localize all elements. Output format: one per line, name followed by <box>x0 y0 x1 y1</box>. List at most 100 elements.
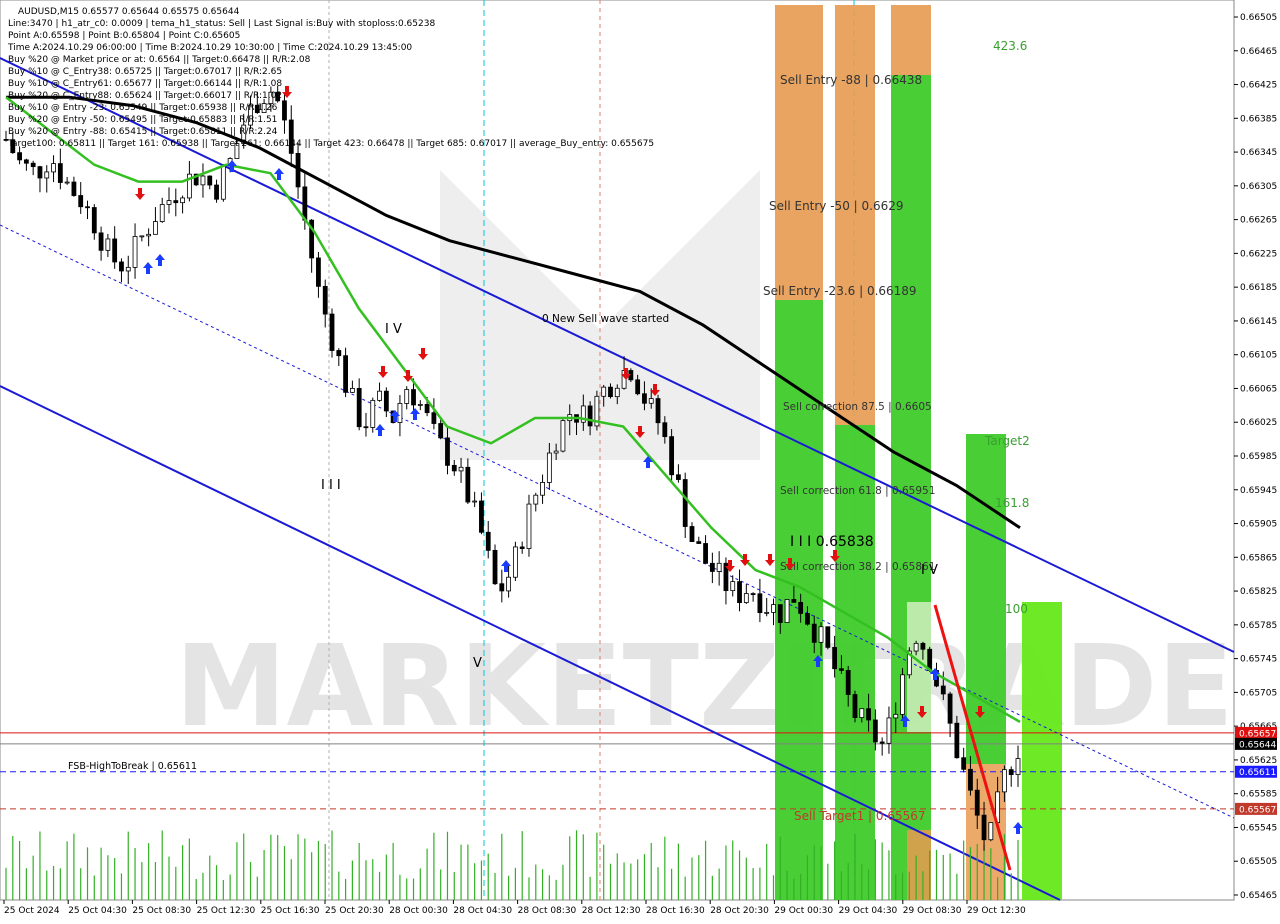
time-axis: 25 Oct 2024 25 Oct 04:30 25 Oct 08:30 25 Oc… <box>3 900 1026 916</box>
y-tick-label: 0.65905 <box>1240 520 1277 530</box>
candle-body <box>560 420 566 452</box>
y-tick-label: 0.65985 <box>1240 452 1277 462</box>
candle-body <box>23 159 29 164</box>
target-423-label: 423.6 <box>993 39 1027 53</box>
x-tick-label: 28 Oct 12:30 <box>582 906 641 916</box>
zone-green <box>966 434 1006 764</box>
candle-body <box>940 685 946 695</box>
candle-body <box>30 162 36 168</box>
candle-body <box>356 387 362 428</box>
x-tick-label: 29 Oct 08:30 <box>903 906 962 916</box>
x-tick-label: 28 Oct 16:30 <box>646 906 705 916</box>
candle-body <box>85 206 90 209</box>
candle-body <box>872 719 878 743</box>
candle-body <box>784 599 790 623</box>
candle-body <box>913 642 919 652</box>
x-tick-label: 29 Oct 12:30 <box>967 906 1026 916</box>
y-tick-label: 0.66145 <box>1240 317 1277 327</box>
candle-body <box>614 387 620 398</box>
candle-body <box>845 670 851 695</box>
x-tick-label: 29 Oct 04:30 <box>839 906 898 916</box>
candle-body <box>968 768 973 791</box>
candle-body <box>696 541 702 544</box>
candle-body <box>499 583 505 592</box>
candle-body <box>954 722 960 759</box>
candle-body <box>397 403 403 423</box>
candle-body <box>132 236 138 268</box>
info-line: Point A:0.65598 | Point B:0.65804 | Poin… <box>8 31 240 41</box>
candle-body <box>839 668 844 671</box>
candle-body <box>703 543 708 564</box>
y-tick-label: 0.65945 <box>1240 486 1277 496</box>
candle-body <box>1008 769 1014 775</box>
wave-label-iv-right: I V <box>921 563 938 578</box>
candle-body <box>316 257 321 287</box>
chart-svg: MARKETZI TRADE Sell Entry -88 | 0.66438 … <box>0 0 1277 916</box>
candle-body <box>424 403 430 414</box>
candle-body <box>988 822 994 841</box>
candle-body <box>818 626 824 643</box>
candle-body <box>974 789 980 816</box>
candle-body <box>139 235 145 238</box>
new-sell-wave-label: 0 New Sell wave started <box>542 313 669 325</box>
candle-body <box>91 207 97 234</box>
candle-body <box>526 503 532 549</box>
candle-body <box>886 717 892 744</box>
y-tick-label: 0.66025 <box>1240 418 1277 428</box>
price-tag-label: 0.65644 <box>1239 740 1276 750</box>
candle-body <box>343 355 348 393</box>
fsb-label: FSB-HighToBreak | 0.65611 <box>68 761 197 772</box>
candle-body <box>17 152 22 161</box>
candle-body <box>546 452 552 483</box>
candle-body <box>642 393 647 404</box>
y-tick-label: 0.66465 <box>1240 47 1277 57</box>
candle-body <box>757 593 763 614</box>
candle-body <box>166 200 172 205</box>
candle-body <box>200 175 206 186</box>
x-tick-label: 25 Oct 12:30 <box>197 906 256 916</box>
sell-entry-236-label: Sell Entry -23.6 | 0.66189 <box>763 284 917 298</box>
candle-body <box>533 494 539 505</box>
candle-body <box>730 581 736 592</box>
candle-body <box>173 200 179 204</box>
candle-body <box>648 398 654 404</box>
y-tick-label: 0.66425 <box>1240 81 1277 91</box>
candle-body <box>220 165 226 200</box>
candle-body <box>709 562 715 572</box>
candle-body <box>777 604 783 623</box>
price-tags: 0.656570.656440.656110.65567 <box>1235 726 1277 815</box>
candle-body <box>893 713 899 719</box>
x-tick-label: 28 Oct 20:30 <box>710 906 769 916</box>
candle-body <box>51 163 56 173</box>
candle-body <box>78 195 84 208</box>
candle-body <box>417 403 423 406</box>
candle-body <box>900 674 905 715</box>
candle-body <box>119 261 124 272</box>
info-line: Line:3470 | h1_atr_c0: 0.0009 | tema_h1_… <box>8 19 435 29</box>
candle-body <box>750 593 756 595</box>
candle-body <box>180 197 185 204</box>
candle-body <box>662 422 668 438</box>
y-tick-label: 0.66265 <box>1240 216 1277 226</box>
candle-body <box>764 611 770 614</box>
candle-body <box>105 238 111 251</box>
candle-body <box>329 313 335 351</box>
zone-orange <box>891 5 931 75</box>
candle-body <box>852 694 858 718</box>
zone-green <box>1022 602 1062 900</box>
candle-body <box>404 389 410 404</box>
candle-body <box>479 500 484 533</box>
candle-body <box>798 601 804 614</box>
candle-body <box>743 593 749 604</box>
symbol-line: AUDUSD,M15 0.65577 0.65644 0.65575 0.656… <box>18 7 240 17</box>
candle-body <box>825 626 831 648</box>
y-tick-label: 0.65545 <box>1240 823 1277 833</box>
sell-correction-875-label: Sell correction 87.5 | 0.6605 <box>783 401 932 413</box>
info-line: Buy %10 @ C_Entry61: 0.65677 || Target:0… <box>8 79 282 89</box>
candle-body <box>37 166 43 179</box>
y-tick-label: 0.65465 <box>1240 891 1277 901</box>
candle-body <box>282 100 287 121</box>
x-tick-label: 25 Oct 16:30 <box>261 906 320 916</box>
y-tick-label: 0.65625 <box>1240 756 1277 766</box>
price-tag-label: 0.65567 <box>1239 805 1276 815</box>
